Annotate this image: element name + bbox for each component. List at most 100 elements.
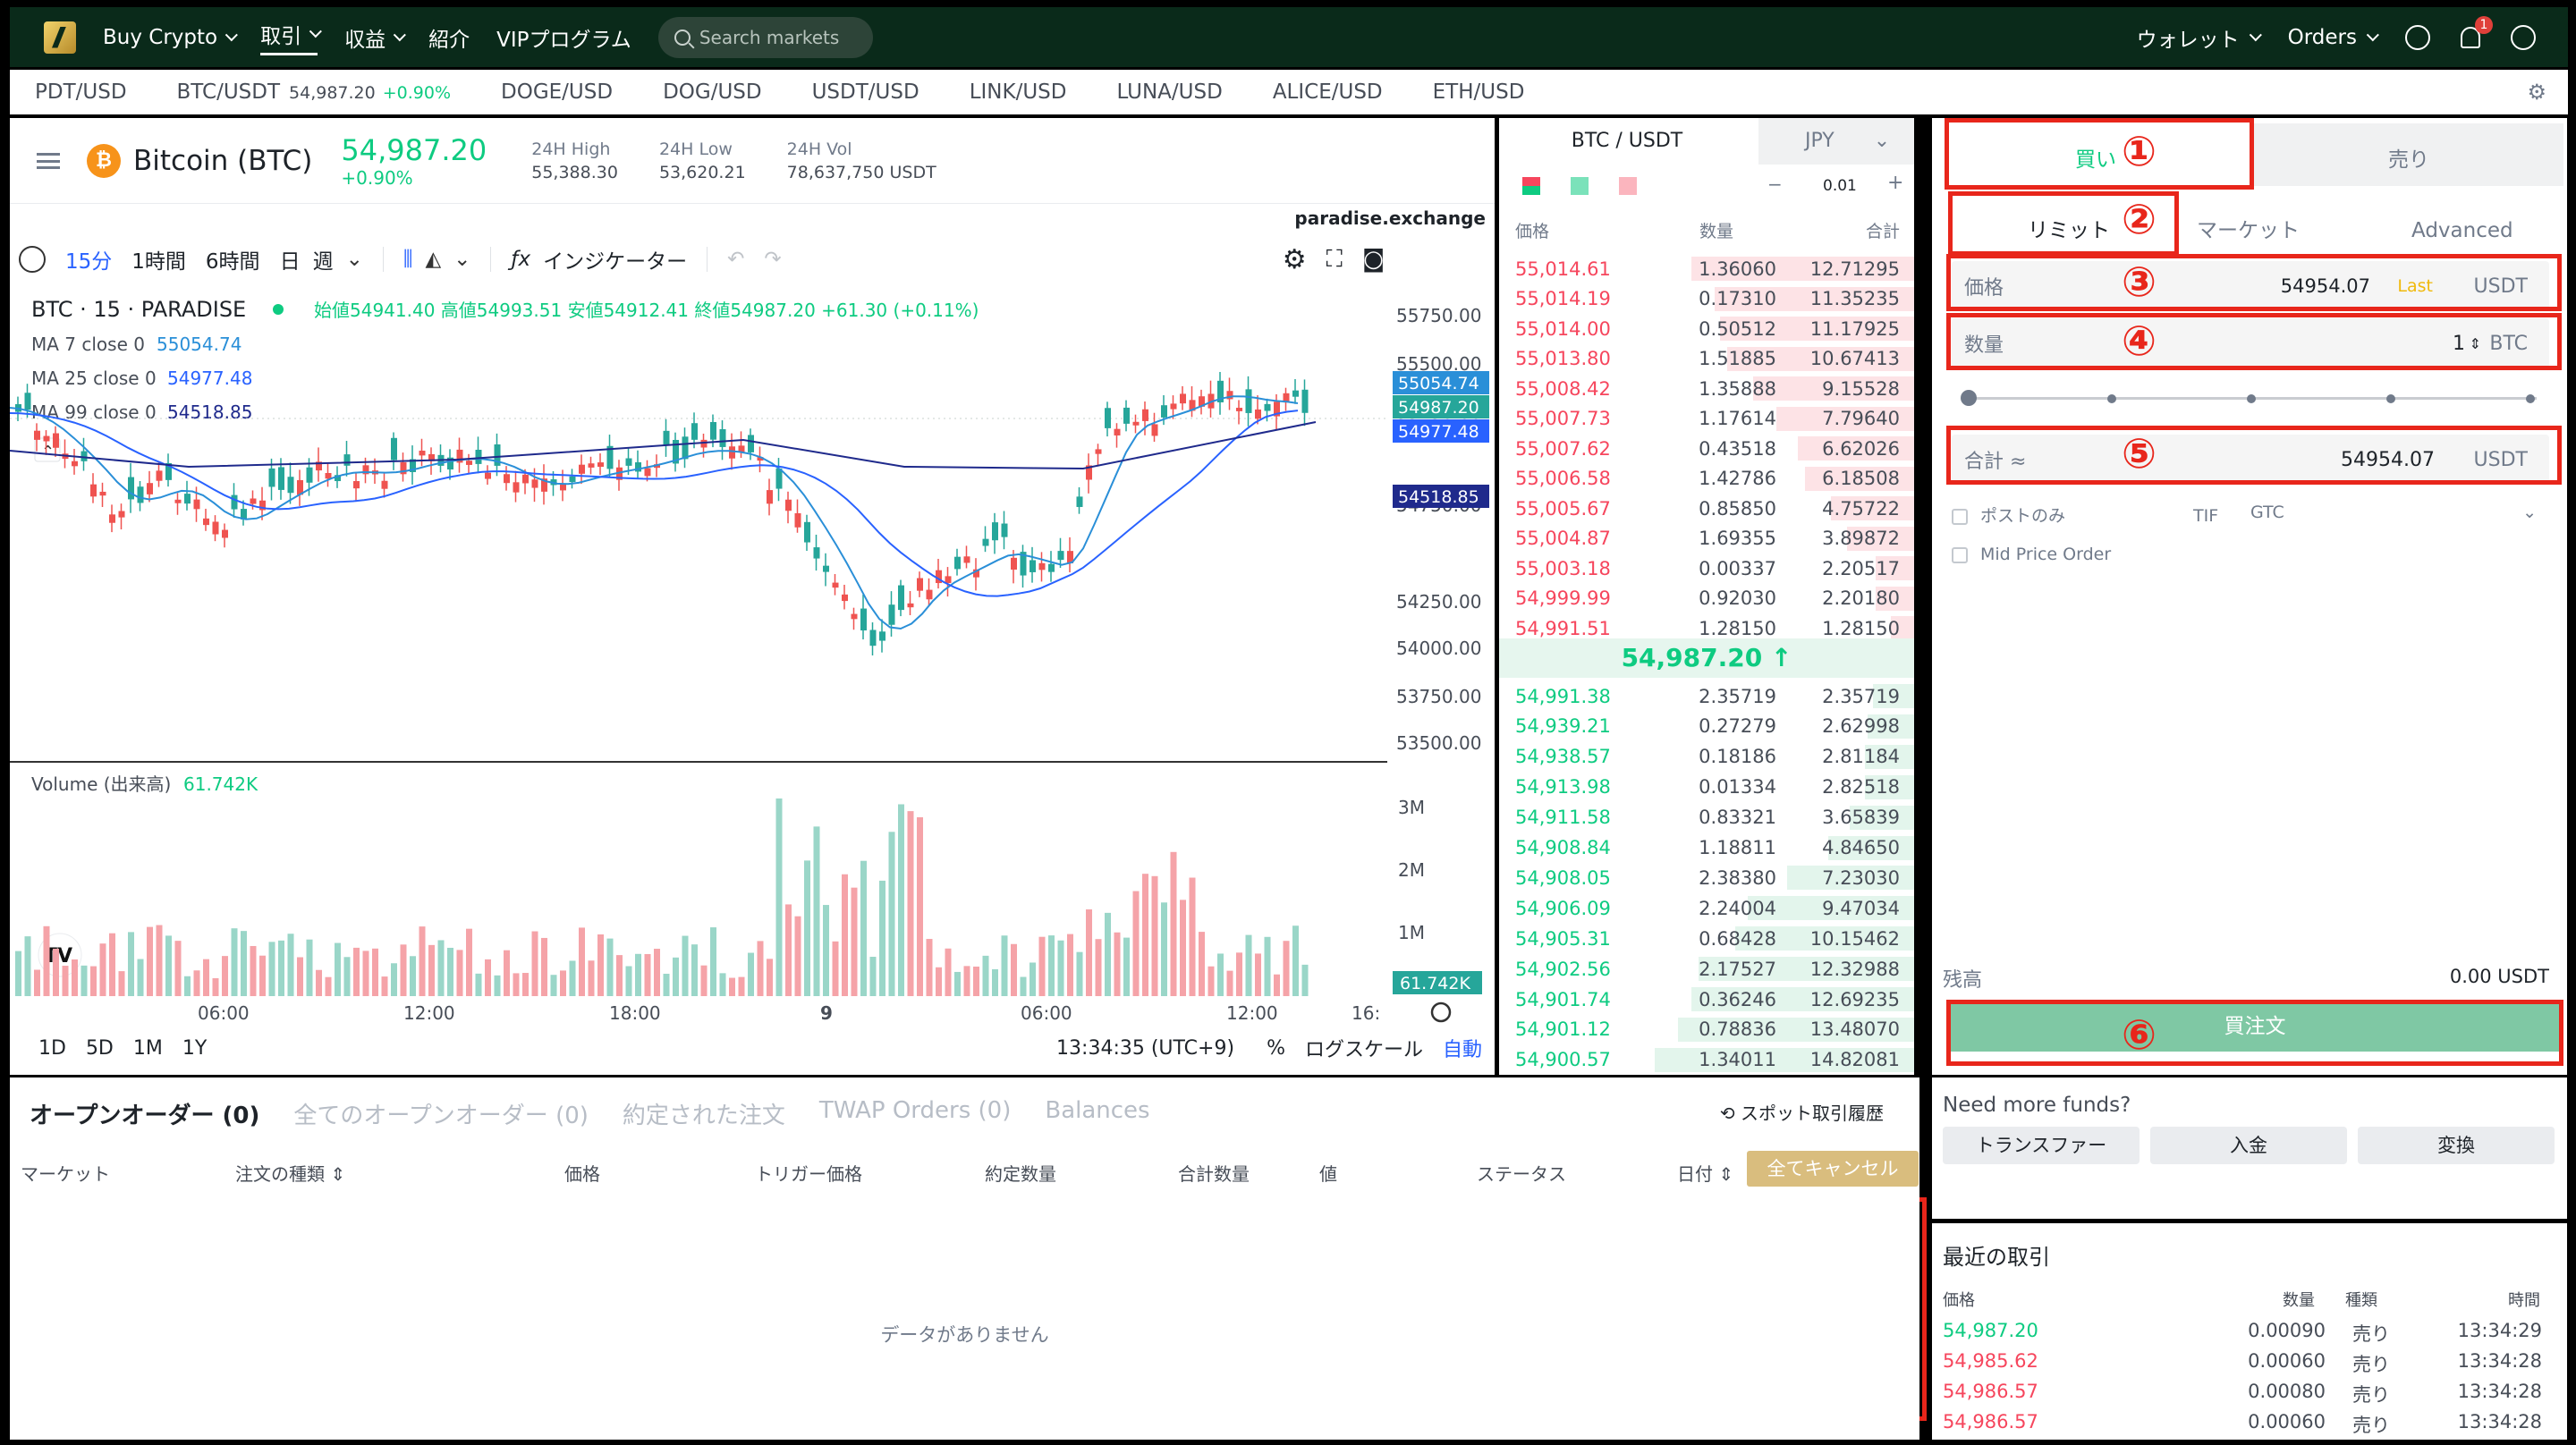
convert-button[interactable]: 変換 (2358, 1127, 2555, 1164)
orders-tab[interactable]: 全てのオープンオーダー (0) (293, 1097, 589, 1130)
nav-buy-crypto[interactable]: Buy Crypto (103, 26, 239, 49)
transfer-button[interactable]: トランスファー (1943, 1127, 2140, 1164)
nav-trade[interactable]: 取引 (260, 19, 323, 55)
redo-icon[interactable]: ↷ (764, 248, 781, 271)
bid-row[interactable]: 54,908.05 2.38380 7.23030 (1499, 863, 1914, 892)
tab-jpy[interactable]: JPY ⌄ (1758, 118, 1914, 165)
fullscreen-icon[interactable]: ⛶ (1326, 246, 1343, 274)
bid-row[interactable]: 54,938.57 0.18186 2.81184 (1499, 742, 1914, 772)
book-both-icon[interactable] (1522, 177, 1540, 195)
chevron-down-icon[interactable]: ⌄ (453, 248, 470, 271)
slider-step[interactable] (2107, 394, 2116, 403)
globe-icon[interactable] (2511, 24, 2536, 50)
bid-row[interactable]: 54,901.74 0.36246 12.69235 (1499, 984, 1914, 1014)
orders-tab[interactable]: TWAP Orders (0) (819, 1097, 1011, 1130)
ticker-5[interactable]: LINK/USD (945, 80, 1092, 104)
bid-row[interactable]: 54,939.21 0.27279 2.62998 (1499, 712, 1914, 741)
ask-row[interactable]: 55,006.58 1.42786 6.18508 (1499, 464, 1914, 494)
ask-row[interactable]: 55,004.87 1.69355 3.89872 (1499, 524, 1914, 553)
deposit-button[interactable]: 入金 (2150, 1127, 2347, 1164)
bid-row[interactable]: 54,991.38 2.35719 2.35719 (1499, 681, 1914, 711)
book-bids-icon[interactable] (1571, 177, 1589, 195)
ticker-6[interactable]: LUNA/USD (1091, 80, 1247, 104)
cancel-all-button[interactable]: 全てキャンセル (1747, 1151, 1919, 1187)
interval-6h[interactable]: 6時間 (206, 244, 260, 275)
bid-row[interactable]: 54,900.57 1.34011 14.82081 (1499, 1045, 1914, 1075)
ask-row[interactable]: 55,014.00 0.50512 11.17925 (1499, 314, 1914, 343)
orders-tab[interactable]: Balances (1045, 1097, 1149, 1130)
nav-referral[interactable]: 紹介 (428, 22, 470, 53)
interval-15m[interactable]: 15分 (65, 244, 112, 275)
menu-icon[interactable] (37, 152, 60, 169)
price-chart[interactable]: BTC · 15 · PARADISE 始値54941.40 高値54993.51… (10, 290, 1495, 1023)
ask-row[interactable]: 55,008.42 1.35888 9.15528 (1499, 374, 1914, 403)
range-1d[interactable]: 1D (38, 1037, 66, 1060)
market-name[interactable]: Bitcoin (BTC) (133, 145, 312, 177)
ticker-4[interactable]: USDT/USD (787, 80, 945, 104)
nav-orders[interactable]: Orders (2288, 26, 2379, 49)
axis-settings-icon[interactable] (1430, 1001, 1452, 1023)
fx-icon[interactable]: ƒx (511, 248, 530, 271)
interval-1w[interactable]: 週 (313, 244, 334, 275)
range-1m[interactable]: 1M (133, 1037, 163, 1060)
nav-earn[interactable]: 収益 (344, 22, 407, 53)
ask-row[interactable]: 54,999.99 0.92030 2.20180 (1499, 584, 1914, 613)
orders-col-header[interactable]: 日付 ⇕ (1677, 1160, 1733, 1186)
bid-row[interactable]: 54,905.31 0.68428 10.15462 (1499, 924, 1914, 953)
orders-col-header[interactable]: 注文の種類 ⇕ (235, 1160, 345, 1186)
ask-row[interactable]: 55,007.62 0.43518 6.62026 (1499, 434, 1914, 463)
slider-step[interactable] (2526, 394, 2535, 403)
ask-row[interactable]: 55,014.19 0.17310 11.35235 (1499, 284, 1914, 314)
interval-1h[interactable]: 1時間 (131, 244, 186, 275)
tick-decrease[interactable]: − (1767, 173, 1783, 195)
tif-select[interactable]: GTC ⌄ (2236, 503, 2540, 522)
slider-step[interactable] (2386, 394, 2395, 403)
percent-toggle[interactable]: % (1267, 1037, 1285, 1060)
range-5d[interactable]: 5D (86, 1037, 114, 1060)
sell-tab[interactable]: 売り (2254, 123, 2563, 186)
bid-row[interactable]: 54,911.58 0.83321 3.65839 (1499, 803, 1914, 832)
interval-1d[interactable]: 日 (280, 244, 301, 275)
settings-icon[interactable]: ⚙ (1283, 244, 1307, 275)
tab-btc-usdt[interactable]: BTC / USDT (1499, 118, 1755, 165)
undo-icon[interactable]: ↶ (727, 248, 744, 271)
auto-scale-toggle[interactable]: 自動 (1443, 1034, 1482, 1062)
search-input[interactable]: Search markets (657, 16, 873, 58)
mid-price-checkbox[interactable]: Mid Price Order (1952, 545, 2111, 564)
spot-history-link[interactable]: ⟲ スポット取引履歴 (1720, 1099, 1884, 1125)
bell-icon[interactable]: 1 (2461, 15, 2493, 48)
slider-handle[interactable] (1961, 390, 1977, 406)
settings-icon[interactable]: ⚙ (2527, 80, 2546, 105)
ask-row[interactable]: 55,007.73 1.17614 7.79640 (1499, 404, 1914, 434)
bid-row[interactable]: 54,913.98 0.01334 2.82518 (1499, 773, 1914, 802)
ask-row[interactable]: 55,003.18 0.00337 2.20517 (1499, 553, 1914, 583)
ask-row[interactable]: 55,014.61 1.36060 12.71295 (1499, 254, 1914, 283)
tick-increase[interactable]: + (1887, 172, 1903, 194)
bid-row[interactable]: 54,901.12 0.78836 13.48070 (1499, 1015, 1914, 1044)
slider-step[interactable] (2247, 394, 2256, 403)
bid-row[interactable]: 54,908.84 1.18811 4.84650 (1499, 833, 1914, 863)
advanced-tab[interactable]: Advanced (2411, 193, 2513, 250)
candle-type-icon[interactable]: ⫼ (403, 248, 413, 271)
orders-tab[interactable]: オープンオーダー (0) (30, 1097, 259, 1130)
ticker-7[interactable]: ALICE/USD (1248, 80, 1408, 104)
post-only-checkbox[interactable]: ポストのみ (1952, 503, 2065, 527)
ask-row[interactable]: 55,005.67 0.85850 4.75722 (1499, 494, 1914, 523)
area-chart-icon[interactable]: ◭ (425, 248, 441, 271)
indicators-button[interactable]: インジケーター (543, 244, 687, 275)
ticker-2[interactable]: DOGE/USD (476, 80, 638, 104)
log-scale-toggle[interactable]: ログスケール (1305, 1034, 1423, 1062)
book-asks-icon[interactable] (1619, 177, 1637, 195)
camera-icon[interactable]: ◙ (1362, 246, 1385, 273)
market-tab[interactable]: マーケット (2197, 193, 2300, 250)
ask-row[interactable]: 55,013.80 1.51885 10.67413 (1499, 344, 1914, 374)
add-icon[interactable] (19, 246, 46, 273)
chevron-down-icon[interactable]: ⌄ (346, 248, 363, 271)
range-1y[interactable]: 1Y (182, 1037, 207, 1060)
ticker-0[interactable]: PDT/USD (10, 80, 152, 104)
orders-tab[interactable]: 約定された注文 (623, 1097, 785, 1130)
user-icon[interactable] (2405, 24, 2430, 50)
ticker-8[interactable]: ETH/USD (1408, 80, 1550, 104)
bid-row[interactable]: 54,902.56 2.17527 12.32988 (1499, 954, 1914, 984)
nav-wallet[interactable]: ウォレット (2137, 22, 2262, 53)
